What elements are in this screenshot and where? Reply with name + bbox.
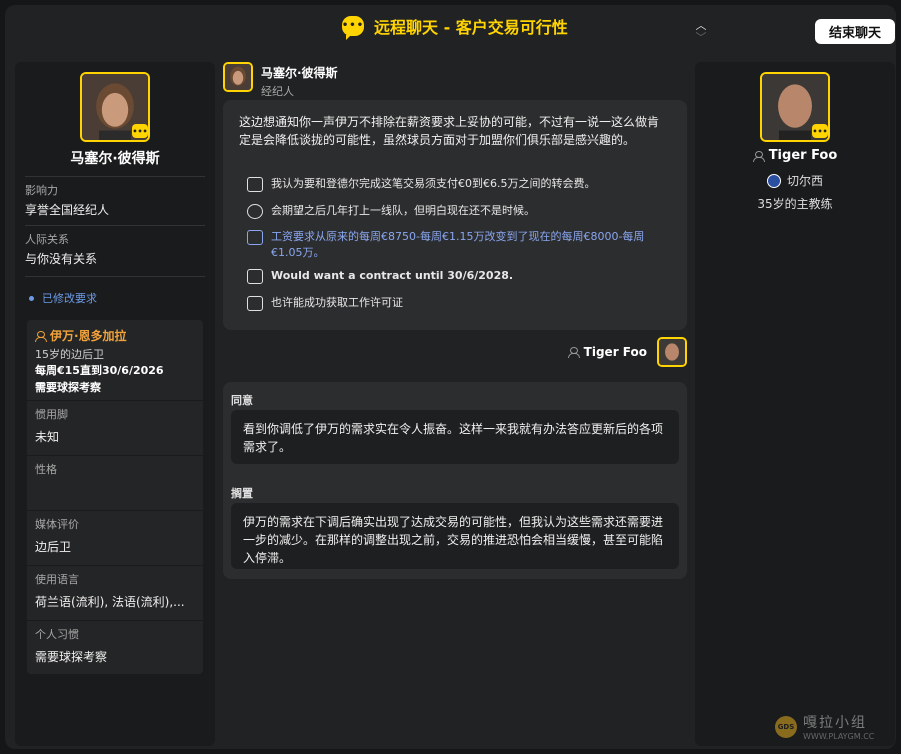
chat-bubble-icon: ••• bbox=[342, 16, 364, 40]
divider bbox=[25, 176, 205, 177]
player-contract: 每周€15直到30/6/2026 bbox=[35, 364, 164, 377]
divider bbox=[25, 276, 205, 277]
agent-message-bubble: 这边想通知你一声伊万不排除在薪资要求上妥协的可能，不过有一说一这么做肯定是会降低… bbox=[223, 100, 687, 330]
agent-small-face bbox=[225, 64, 251, 90]
player-scout-status: 需要球探考察 bbox=[35, 381, 101, 394]
media-value: 边后卫 bbox=[35, 540, 72, 554]
manager-panel: ••• Tiger Foo 切尔西 35岁的主教练 bbox=[695, 62, 895, 746]
person-icon bbox=[35, 330, 47, 342]
manager-name: Tiger Foo bbox=[695, 148, 895, 163]
reason-text: 也许能成功获取工作许可证 bbox=[271, 296, 403, 309]
work-permit-icon bbox=[247, 296, 263, 311]
divider bbox=[27, 620, 203, 621]
bullet-dot-icon bbox=[29, 295, 34, 301]
habits-label: 个人习惯 bbox=[35, 628, 79, 641]
manager-name-text: Tiger Foo bbox=[768, 148, 838, 163]
modified-label: 已修改要求 bbox=[42, 292, 97, 305]
relation-label: 人际关系 bbox=[25, 233, 69, 246]
reason-text: 工资要求从原来的每周€8750-每周€1.15万改变到了现在的每周€8000-每… bbox=[271, 230, 645, 259]
divider bbox=[27, 565, 203, 566]
reason-wage-change: 工资要求从原来的每周€8750-每周€1.15万改变到了现在的每周€8000-每… bbox=[247, 229, 667, 261]
divider bbox=[27, 400, 203, 401]
chat-area: 马塞尔·彼得斯 经纪人 这边想通知你一声伊万不排除在薪资要求上妥协的可能，不过有… bbox=[223, 62, 687, 582]
club-crest-icon bbox=[766, 173, 781, 188]
reply-header: Tiger Foo bbox=[567, 337, 687, 367]
language-label: 使用语言 bbox=[35, 573, 79, 586]
person-icon bbox=[752, 150, 765, 162]
reason-transfer-fee: 我认为要和登德尔完成这笔交易须支付€0到€6.5万之间的转会费。 bbox=[247, 176, 667, 192]
reason-text: 会期望之后几年打上一线队，但明白现在还不是时候。 bbox=[271, 204, 535, 217]
reason-work-permit: 也许能成功获取工作许可证 bbox=[247, 295, 667, 311]
agent-name: 马塞尔·彼得斯 bbox=[70, 151, 160, 167]
sender-name: 马塞尔·彼得斯 bbox=[261, 66, 338, 80]
player-name: 伊万·恩多加拉 bbox=[50, 329, 127, 343]
media-label: 媒体评价 bbox=[35, 518, 79, 531]
reply-name: Tiger Foo bbox=[583, 345, 647, 359]
watermark: GDS 嘎拉小组 WWW.PLAYGM.CC bbox=[775, 712, 874, 741]
agent-avatar[interactable]: ••• bbox=[80, 72, 150, 142]
foot-label: 惯用脚 bbox=[35, 408, 68, 421]
manager-small-face bbox=[659, 339, 685, 365]
divider bbox=[27, 510, 203, 511]
option-label-postpone: 搁置 bbox=[231, 487, 253, 500]
modified-requirements-link[interactable]: 已修改要求 bbox=[29, 290, 97, 306]
sender-role: 经纪人 bbox=[261, 85, 294, 98]
reason-text: Would want a contract until 30/6/2028. bbox=[271, 269, 514, 282]
influence-value: 享誉全国经纪人 bbox=[25, 203, 110, 217]
chat-badge-icon: ••• bbox=[812, 124, 828, 138]
chevron-down-icon[interactable]: ﹀ bbox=[694, 32, 708, 44]
agent-message: 这边想通知你一声伊万不排除在薪资要求上妥协的可能，不过有一说一这么做肯定是会降低… bbox=[239, 115, 660, 147]
agent-small-avatar[interactable] bbox=[223, 62, 253, 92]
reason-text: 我认为要和登德尔完成这笔交易须支付€0到€6.5万之间的转会费。 bbox=[271, 177, 596, 190]
person-icon bbox=[567, 347, 580, 358]
scroll-arrows[interactable]: ︿ ﹀ bbox=[694, 20, 708, 44]
reason-contract: Would want a contract until 30/6/2028. bbox=[247, 268, 667, 284]
contract-icon bbox=[247, 269, 263, 284]
player-card: 伊万·恩多加拉 15岁的边后卫 每周€15直到30/6/2026 需要球探考察 … bbox=[27, 320, 203, 674]
reason-first-team: 会期望之后几年打上一线队，但明白现在还不是时候。 bbox=[247, 203, 667, 219]
watermark-url: WWW.PLAYGM.CC bbox=[803, 732, 875, 741]
chat-badge-icon: ••• bbox=[132, 124, 148, 138]
club-name: 切尔西 bbox=[786, 174, 823, 188]
habits-value: 需要球探考察 bbox=[35, 650, 108, 664]
agent-message-header: 马塞尔·彼得斯 经纪人 bbox=[223, 62, 338, 99]
reply-options-box: 同意 看到你调低了伊万的需求实在令人振奋。这样一来我就有办法答应更新后的各项需求… bbox=[223, 382, 687, 579]
player-name-link[interactable]: 伊万·恩多加拉 bbox=[35, 327, 127, 344]
manager-avatar[interactable]: ••• bbox=[760, 72, 830, 142]
chat-title-bar: ••• 远程聊天 - 客户交易可行性 bbox=[342, 14, 568, 40]
end-chat-button[interactable]: 结束聊天 bbox=[815, 19, 895, 44]
watermark-logo: GDS bbox=[775, 715, 797, 738]
personality-label: 性格 bbox=[35, 463, 57, 476]
option-agree[interactable]: 看到你调低了伊万的需求实在令人振奋。这样一来我就有办法答应更新后的各项需求了。 bbox=[231, 410, 679, 464]
foot-value: 未知 bbox=[35, 430, 60, 444]
divider bbox=[27, 455, 203, 456]
agent-panel: ••• 马塞尔·彼得斯 影响力 享誉全国经纪人 人际关系 与你没有关系 已修改要… bbox=[15, 62, 215, 746]
wage-document-icon bbox=[247, 230, 263, 245]
first-team-icon bbox=[247, 204, 263, 219]
option-postpone[interactable]: 伊万的需求在下调后确实出现了达成交易的可能性，但我认为这些需求还需要进一步的减少… bbox=[231, 503, 679, 569]
manager-role: 35岁的主教练 bbox=[757, 197, 833, 211]
influence-label: 影响力 bbox=[25, 184, 58, 197]
money-transfer-icon bbox=[247, 177, 263, 192]
manager-small-avatar[interactable] bbox=[657, 337, 687, 367]
club-link[interactable]: 切尔西 bbox=[695, 172, 895, 189]
watermark-text: 嘎拉小组 bbox=[803, 715, 867, 731]
option-label-agree: 同意 bbox=[231, 394, 253, 407]
divider bbox=[25, 225, 205, 226]
language-value: 荷兰语(流利), 法语(流利),... bbox=[35, 595, 185, 609]
player-age-position: 15岁的边后卫 bbox=[35, 348, 104, 361]
page-title: 远程聊天 - 客户交易可行性 bbox=[374, 18, 568, 37]
relation-value: 与你没有关系 bbox=[25, 252, 98, 266]
